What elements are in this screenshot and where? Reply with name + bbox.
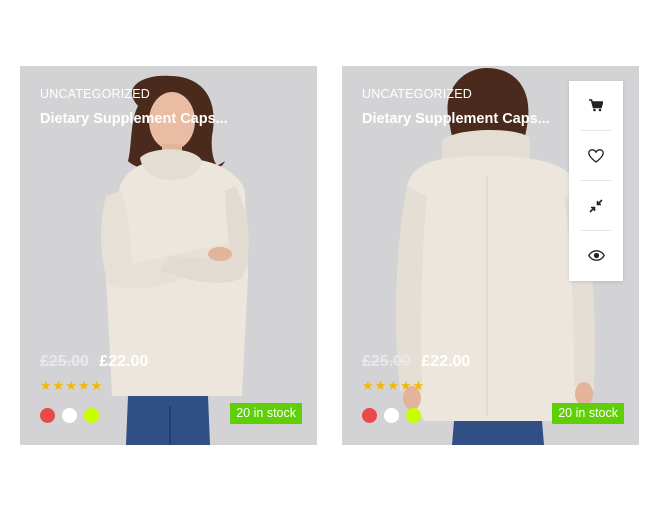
- color-swatches: [362, 408, 421, 423]
- product-category[interactable]: UNCATEGORIZED: [362, 87, 472, 101]
- star-icon: ★: [374, 378, 387, 393]
- star-icon: ★: [77, 378, 90, 393]
- eye-icon: [587, 250, 605, 261]
- compare-icon: [589, 198, 603, 213]
- product-price: £25.00 £22.00: [40, 353, 148, 371]
- quick-view-button[interactable]: [581, 231, 611, 280]
- star-icon: ★: [399, 378, 412, 393]
- add-to-cart-button[interactable]: [581, 81, 611, 131]
- stock-badge: 20 in stock: [230, 403, 302, 424]
- product-card[interactable]: UNCATEGORIZED Dietary Supplement Caps...…: [342, 66, 639, 445]
- star-icon: ★: [387, 378, 399, 393]
- star-icon: ★: [52, 378, 65, 393]
- product-title[interactable]: Dietary Supplement Caps...: [40, 111, 228, 127]
- swatch-red[interactable]: [362, 408, 377, 423]
- wishlist-button[interactable]: [581, 131, 611, 181]
- product-price: £25.00 £22.00: [362, 353, 470, 371]
- swatch-white[interactable]: [62, 408, 77, 423]
- star-icon: ★: [40, 378, 52, 393]
- star-icon: ★: [362, 378, 374, 393]
- heart-icon: [588, 148, 604, 163]
- quick-actions-panel: [569, 81, 623, 281]
- swatch-white[interactable]: [384, 408, 399, 423]
- swatch-lime[interactable]: [84, 408, 99, 423]
- product-card[interactable]: UNCATEGORIZED Dietary Supplement Caps...…: [20, 66, 317, 445]
- star-icon: ★: [412, 378, 425, 393]
- product-title[interactable]: Dietary Supplement Caps...: [362, 111, 550, 127]
- stock-badge: 20 in stock: [552, 403, 624, 424]
- star-icon: ★: [90, 378, 103, 393]
- old-price: £25.00: [40, 353, 89, 370]
- rating-stars: ★ ★ ★ ★ ★: [40, 379, 102, 393]
- color-swatches: [40, 408, 99, 423]
- old-price: £25.00: [362, 353, 411, 370]
- compare-button[interactable]: [581, 181, 611, 231]
- swatch-red[interactable]: [40, 408, 55, 423]
- product-category[interactable]: UNCATEGORIZED: [40, 87, 150, 101]
- rating-stars: ★ ★ ★ ★ ★: [362, 379, 424, 393]
- sale-price: £22.00: [421, 353, 471, 370]
- sale-price: £22.00: [99, 353, 149, 370]
- star-icon: ★: [65, 378, 77, 393]
- swatch-lime[interactable]: [406, 408, 421, 423]
- cart-icon: [589, 99, 603, 112]
